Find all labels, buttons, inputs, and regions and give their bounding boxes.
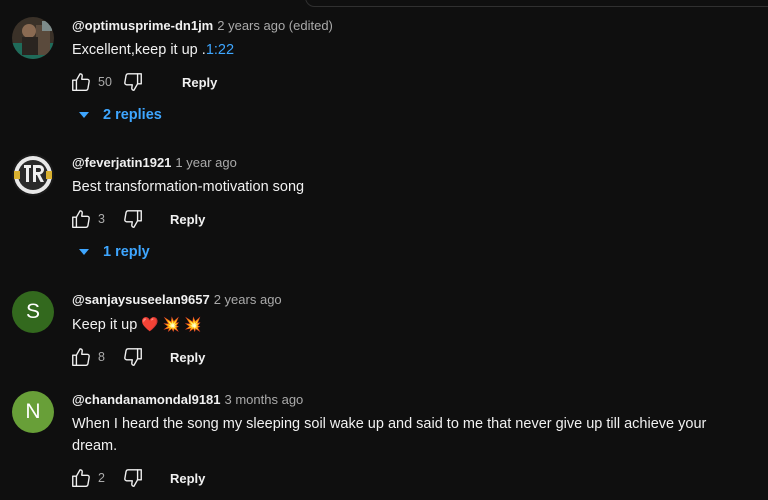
comment-header: @optimusprime-dn1jm 2 years ago (edited) [72, 18, 333, 33]
emoji-sequence: ❤️ 💥 💥 [141, 316, 202, 332]
thumbs-up-icon[interactable] [70, 467, 92, 489]
like-count: 3 [98, 212, 105, 226]
reply-button[interactable]: Reply [170, 471, 205, 486]
replies-label: 2 replies [103, 107, 162, 123]
like-count: 50 [98, 75, 112, 89]
author-handle[interactable]: @optimusprime-dn1jm [72, 18, 213, 33]
caret-down-icon [79, 112, 89, 118]
thumbs-down-icon[interactable] [122, 467, 144, 489]
reply-button[interactable]: Reply [182, 75, 217, 90]
comment-input-edge[interactable] [305, 0, 768, 7]
comment-text: Excellent,keep it up .1:22 [72, 42, 235, 58]
avatar[interactable] [12, 154, 54, 196]
author-handle[interactable]: @sanjaysuseelan9657 [72, 292, 210, 307]
comment-actions: 50 Reply [70, 70, 217, 94]
comment-actions: 8 Reply [70, 345, 205, 369]
comment-actions: 3 Reply [70, 207, 205, 231]
comment-text: When I heard the song my sleeping soil w… [72, 416, 707, 454]
thumbs-down-icon[interactable] [122, 208, 144, 230]
comments-panel: @optimusprime-dn1jm 2 years ago (edited) … [0, 0, 768, 500]
comment-time[interactable]: 2 years ago (edited) [217, 18, 333, 33]
like-count: 8 [98, 350, 105, 364]
comment-text: Best transformation-motivation song [72, 179, 305, 195]
reply-button[interactable]: Reply [170, 212, 205, 227]
thumbs-down-icon[interactable] [122, 346, 144, 368]
comment-actions: 2 Reply [70, 466, 205, 490]
timestamp-link[interactable]: 1:22 [206, 42, 234, 58]
comment-text: Keep it up ❤️ 💥 💥 [72, 316, 202, 333]
thumbs-down-icon[interactable] [122, 71, 144, 93]
avatar[interactable] [12, 17, 54, 59]
like-count: 2 [98, 471, 105, 485]
avatar[interactable]: N [12, 391, 54, 433]
comment-header: @chandanamondal9181 3 months ago [72, 392, 303, 407]
author-handle[interactable]: @chandanamondal9181 [72, 392, 221, 407]
thumbs-up-icon[interactable] [70, 208, 92, 230]
thumbs-up-icon[interactable] [70, 346, 92, 368]
view-replies-button[interactable]: 1 reply [78, 244, 150, 260]
avatar[interactable]: S [12, 291, 54, 333]
comment-header: @sanjaysuseelan9657 2 years ago [72, 292, 282, 307]
caret-down-icon [79, 249, 89, 255]
reply-button[interactable]: Reply [170, 350, 205, 365]
comment-time[interactable]: 2 years ago [214, 292, 282, 307]
view-replies-button[interactable]: 2 replies [78, 107, 162, 123]
replies-label: 1 reply [103, 244, 150, 260]
author-handle[interactable]: @feverjatin1921 [72, 155, 171, 170]
thumbs-up-icon[interactable] [70, 71, 92, 93]
comment-header: @feverjatin1921 1 year ago [72, 155, 237, 170]
comment-time[interactable]: 3 months ago [225, 392, 304, 407]
comment-time[interactable]: 1 year ago [175, 155, 236, 170]
